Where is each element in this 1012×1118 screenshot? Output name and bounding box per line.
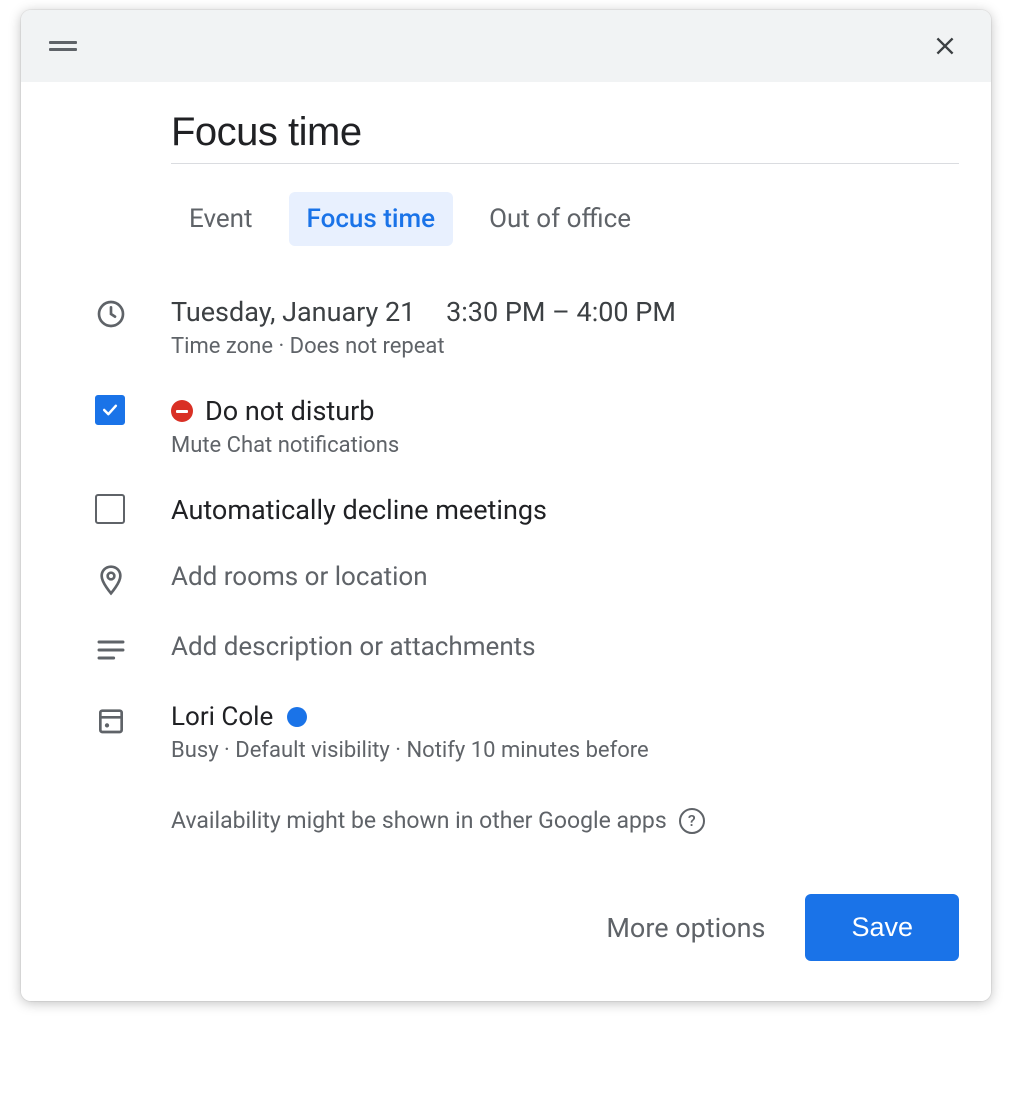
description-row[interactable]: Add description or attachments — [53, 632, 959, 666]
dnd-label: Do not disturb — [205, 395, 374, 427]
availability-note-row: Availability might be shown in other Goo… — [171, 807, 959, 834]
auto-decline-checkbox[interactable] — [95, 494, 125, 524]
check-icon — [100, 400, 120, 420]
event-type-tabs: Event Focus time Out of office — [171, 192, 959, 246]
close-icon — [932, 33, 958, 59]
calendar-owner-name: Lori Cole — [171, 702, 273, 732]
calendar-owner-row[interactable]: Lori Cole Busy · Default visibility · No… — [53, 702, 959, 763]
help-icon[interactable]: ? — [679, 808, 705, 834]
dnd-checkbox[interactable] — [95, 395, 125, 425]
tab-focus-time[interactable]: Focus time — [289, 192, 454, 246]
datetime-row[interactable]: Tuesday, January 21 3:30 PM – 4:00 PM Ti… — [53, 296, 959, 359]
datetime-subtext: Time zone · Does not repeat — [171, 334, 959, 359]
location-placeholder: Add rooms or location — [171, 562, 959, 592]
event-quick-create-modal: Event Focus time Out of office Tuesday, … — [21, 10, 991, 1001]
tab-event[interactable]: Event — [171, 192, 271, 246]
description-placeholder: Add description or attachments — [171, 632, 959, 662]
availability-note-text: Availability might be shown in other Goo… — [171, 807, 667, 834]
calendar-subtext: Busy · Default visibility · Notify 10 mi… — [171, 738, 959, 763]
dnd-subtext: Mute Chat notifications — [171, 433, 959, 458]
close-button[interactable] — [927, 28, 963, 64]
calendar-icon — [95, 704, 127, 736]
auto-decline-label: Automatically decline meetings — [171, 494, 959, 526]
description-icon — [95, 634, 127, 666]
title-input[interactable] — [171, 110, 959, 164]
more-options-button[interactable]: More options — [606, 912, 765, 944]
modal-body: Event Focus time Out of office Tuesday, … — [21, 82, 991, 1001]
calendar-color-dot — [287, 707, 307, 727]
time-text: 3:30 PM – 4:00 PM — [446, 296, 676, 328]
datetime-text: Tuesday, January 21 3:30 PM – 4:00 PM — [171, 296, 959, 328]
location-icon — [95, 564, 127, 596]
save-button[interactable]: Save — [805, 894, 959, 961]
auto-decline-row: Automatically decline meetings — [53, 494, 959, 526]
clock-icon — [95, 298, 127, 330]
tab-out-of-office[interactable]: Out of office — [471, 192, 649, 246]
drag-handle-icon[interactable] — [49, 38, 77, 54]
modal-header — [21, 10, 991, 82]
do-not-disturb-icon — [171, 400, 193, 422]
modal-footer: More options Save — [53, 894, 959, 961]
location-row[interactable]: Add rooms or location — [53, 562, 959, 596]
dnd-row: Do not disturb Mute Chat notifications — [53, 395, 959, 458]
date-text: Tuesday, January 21 — [171, 296, 415, 328]
